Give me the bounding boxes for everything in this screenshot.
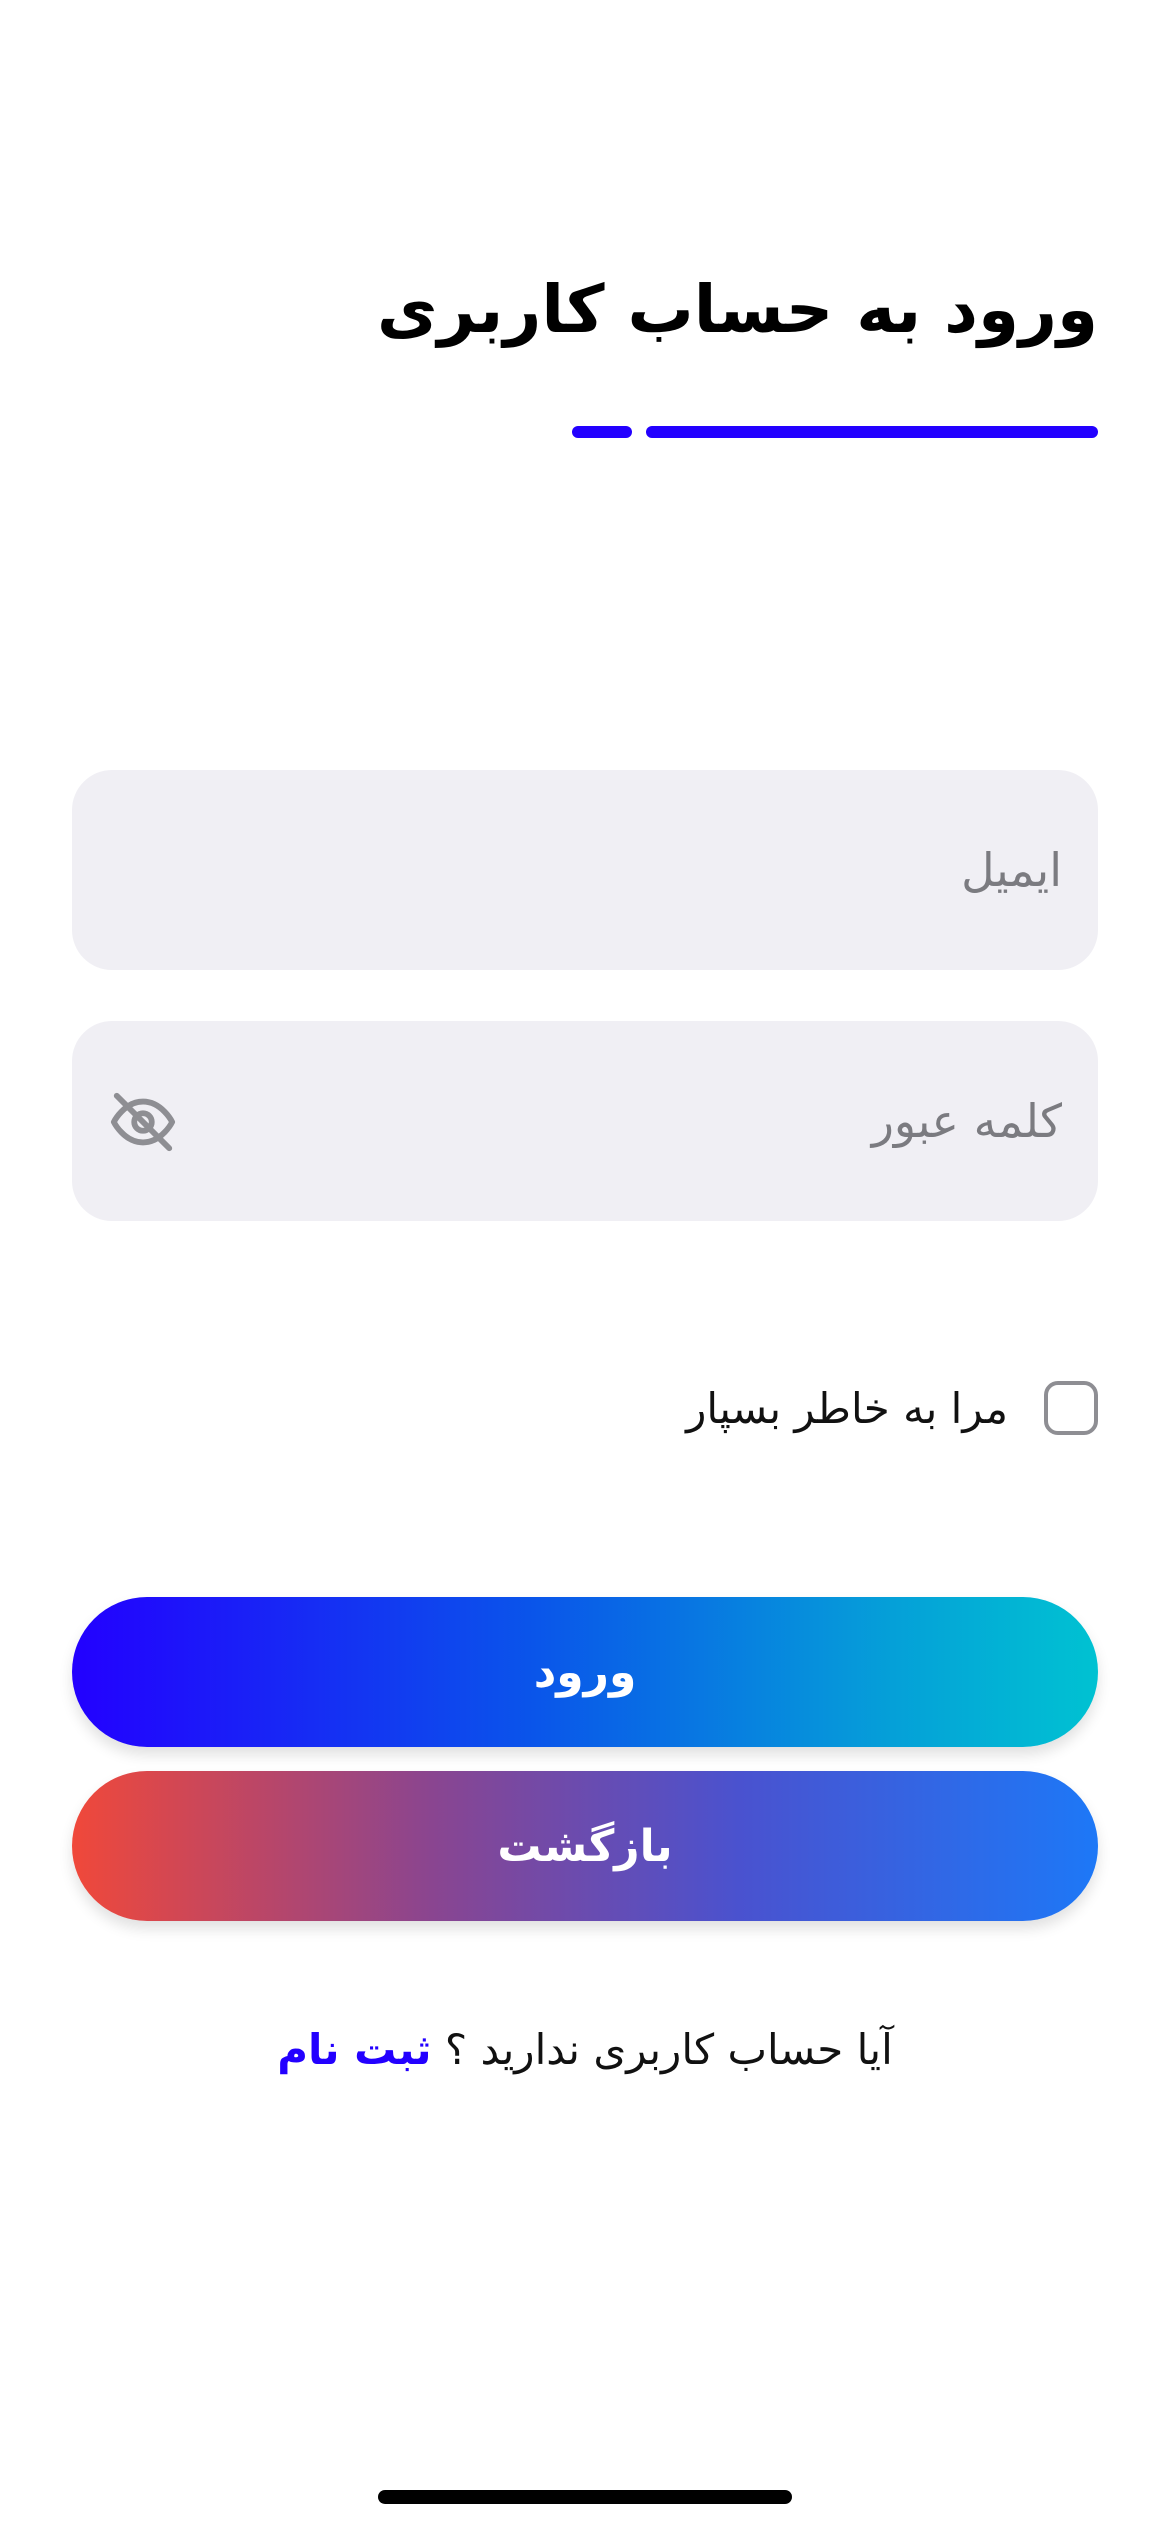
signup-prompt: آیا حساب کاربری ندارید ؟ ثبت نام — [0, 2025, 1170, 2074]
password-input[interactable] — [212, 1021, 1062, 1221]
password-field[interactable] — [72, 1021, 1098, 1221]
login-button[interactable]: ورود — [72, 1597, 1098, 1747]
signup-link[interactable]: ثبت نام — [277, 2025, 431, 2074]
eye-off-icon[interactable] — [108, 1087, 178, 1157]
remember-me-checkbox[interactable] — [1044, 1381, 1098, 1435]
page-title: ورود به حساب کاربری — [377, 271, 1098, 348]
remember-me-row[interactable]: مرا به خاطر بسپار — [686, 1378, 1098, 1438]
email-input[interactable] — [108, 770, 1062, 970]
progress-bar-step — [572, 426, 632, 438]
back-button[interactable]: بازگشت — [72, 1771, 1098, 1921]
progress-bar-active — [646, 426, 1098, 438]
remember-me-label: مرا به خاطر بسپار — [686, 1383, 1008, 1433]
home-indicator — [378, 2490, 792, 2504]
signup-question: آیا حساب کاربری ندارید ؟ — [444, 2025, 893, 2074]
email-field[interactable] — [72, 770, 1098, 970]
